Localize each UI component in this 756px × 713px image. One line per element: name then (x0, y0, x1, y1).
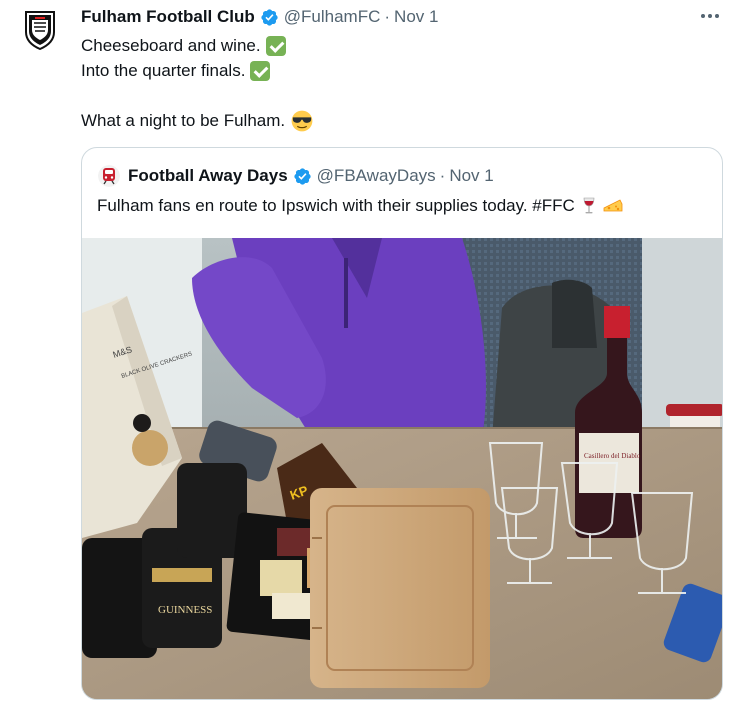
tweet-photo[interactable]: M&S BLACK OLIVE CRACKERS GUINNESS KP Cas… (82, 238, 722, 699)
quoted-handle[interactable]: @FBAwayDays (317, 166, 436, 186)
quoted-text-body: Fulham fans en route to Ipswich with the… (97, 196, 575, 215)
sunglasses-emoji-icon (291, 110, 313, 131)
separator-dot: · (439, 166, 446, 185)
tweet-text: Cheeseboard and wine. Into the quarter f… (81, 33, 313, 133)
quoted-timestamp[interactable]: Nov 1 (449, 166, 493, 186)
wine-glass-emoji-icon (583, 197, 595, 214)
quoted-tweet-text: Fulham fans en route to Ipswich with the… (97, 194, 623, 218)
cheese-emoji-icon (603, 199, 623, 212)
more-options-icon[interactable] (700, 6, 720, 26)
verified-badge-icon (261, 8, 278, 26)
tweet-line: Into the quarter finals. (81, 58, 313, 83)
tweet-line: What a night to be Fulham. (81, 108, 313, 133)
quoted-tweet-header: Football Away Days @FBAwayDays · Nov 1 (98, 164, 494, 188)
chopping-board (310, 488, 490, 688)
verified-badge-icon (294, 167, 311, 185)
display-name[interactable]: Fulham Football Club (81, 7, 255, 27)
tweet: Fulham Football Club @FulhamFC · Nov 1 C… (0, 0, 756, 713)
tweet-line-text: Cheeseboard and wine. (81, 36, 261, 55)
train-avatar-icon (98, 165, 120, 187)
separator-dot: · (384, 7, 391, 26)
tweet-line-text: What a night to be Fulham. (81, 111, 286, 130)
check-mark-icon (265, 35, 286, 56)
can-label: GUINNESS (158, 604, 212, 616)
quoted-tweet-card[interactable]: Football Away Days @FBAwayDays · Nov 1 F… (81, 147, 723, 700)
tweet-line: Cheeseboard and wine. (81, 33, 313, 58)
bottle-label: Casillero del Diablo (584, 452, 641, 460)
tweet-line-text: Into the quarter finals. (81, 61, 246, 80)
timestamp[interactable]: Nov 1 (394, 7, 438, 27)
quoted-display-name[interactable]: Football Away Days (128, 166, 288, 186)
tweet-header: Fulham Football Club @FulhamFC · Nov 1 (81, 5, 438, 29)
check-mark-icon (250, 60, 271, 81)
fulham-crest-icon[interactable] (24, 10, 56, 50)
handle[interactable]: @FulhamFC (284, 7, 381, 27)
